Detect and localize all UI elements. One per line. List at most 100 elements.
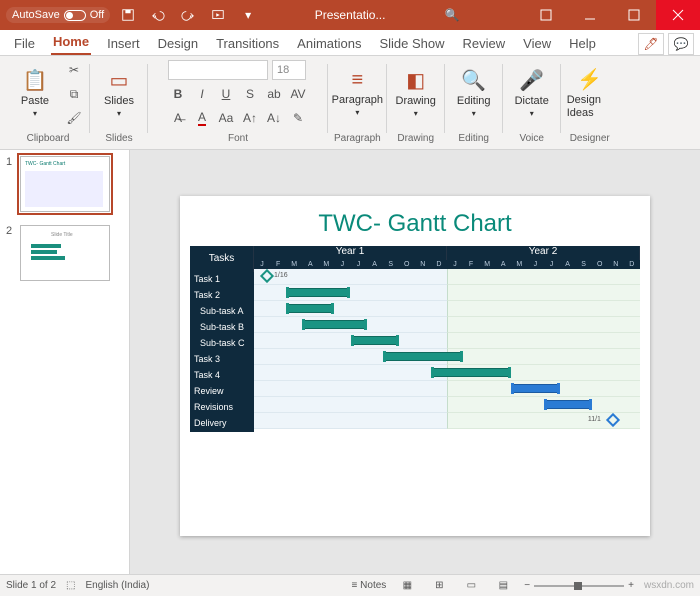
close-button[interactable] [656, 0, 700, 30]
group-label-slides: Slides [105, 130, 132, 146]
drawing-label: Drawing [396, 95, 436, 107]
highlight-button[interactable]: ✎ [288, 108, 308, 128]
tab-insert[interactable]: Insert [105, 32, 142, 55]
gantt-bar[interactable] [286, 288, 350, 297]
autosave-toggle[interactable]: AutoSave Off [6, 7, 110, 23]
notes-button[interactable]: ≡ Notes [352, 580, 387, 591]
tab-transitions[interactable]: Transitions [214, 32, 281, 55]
format-painter-icon[interactable]: 🖌 [64, 108, 84, 128]
cut-icon[interactable]: ✂ [64, 60, 84, 80]
undo-icon[interactable] [146, 0, 170, 30]
gantt-bar[interactable] [286, 304, 334, 313]
year-header: Year 2 [447, 246, 640, 260]
italic-button[interactable]: I [192, 84, 212, 104]
month-header: D [624, 260, 640, 269]
language-status[interactable]: English (India) [86, 580, 150, 591]
shadow-button[interactable]: ab [264, 84, 284, 104]
slide-thumbnail[interactable]: 1TWC- Gantt Chart [6, 156, 116, 215]
zoom-control[interactable]: − + [524, 580, 634, 591]
tab-file[interactable]: File [12, 32, 37, 55]
slides-button[interactable]: ▭ Slides ▾ [96, 60, 142, 126]
month-header: A [367, 260, 383, 269]
tasks-header: Tasks [190, 246, 254, 272]
start-from-beginning-icon[interactable] [206, 0, 230, 30]
paragraph-label: Paragraph [332, 94, 383, 106]
zoom-out-icon[interactable]: − [524, 580, 530, 591]
slide-thumbnail[interactable]: 2Slide Title [6, 225, 116, 284]
strike-button[interactable]: S [240, 84, 260, 104]
font-color-button[interactable]: A [192, 108, 212, 128]
gantt-bar[interactable] [544, 400, 592, 409]
month-header: S [383, 260, 399, 269]
accessibility-icon[interactable]: ⬚ [66, 580, 75, 591]
dictate-button[interactable]: 🎤 Dictate ▾ [509, 60, 555, 126]
design-ideas-button[interactable]: ⚡ Design Ideas [567, 60, 613, 126]
tab-animations[interactable]: Animations [295, 32, 363, 55]
month-header: J [447, 260, 463, 269]
tab-home[interactable]: Home [51, 30, 91, 55]
gantt-row: 11/1 [254, 413, 640, 429]
gantt-bar[interactable] [351, 336, 399, 345]
slides-label: Slides [104, 95, 134, 107]
zoom-slider[interactable] [534, 585, 624, 587]
zoom-in-icon[interactable]: + [628, 580, 634, 591]
slide-canvas[interactable]: TWC- Gantt Chart Tasks Task 1Task 2Sub-t… [130, 150, 700, 582]
ribbon-display-icon[interactable] [524, 0, 568, 30]
editing-button[interactable]: 🔍 Editing ▾ [451, 60, 497, 126]
autosave-switch[interactable] [64, 10, 86, 21]
autosave-state: Off [90, 9, 104, 21]
copy-icon[interactable]: ⧉ [64, 84, 84, 104]
work-area: 1TWC- Gantt Chart 2Slide Title TWC- Gantt… [0, 150, 700, 582]
normal-view-icon[interactable]: ▦ [396, 577, 418, 595]
comments-button[interactable]: 💬 [668, 33, 694, 55]
shrink-font-button[interactable]: A↓ [264, 108, 284, 128]
underline-button[interactable]: U [216, 84, 236, 104]
task-label: Revisions [190, 400, 254, 416]
month-header: N [608, 260, 624, 269]
reading-view-icon[interactable]: ▭ [460, 577, 482, 595]
thumb-number: 2 [6, 225, 20, 237]
tab-view[interactable]: View [521, 32, 553, 55]
search-icon[interactable]: 🔍 [440, 0, 464, 30]
bold-button[interactable]: B [168, 84, 188, 104]
tab-slide-show[interactable]: Slide Show [377, 32, 446, 55]
gantt-bar[interactable] [302, 320, 366, 329]
month-header: A [495, 260, 511, 269]
grow-font-button[interactable]: A↑ [240, 108, 260, 128]
tab-design[interactable]: Design [156, 32, 200, 55]
minimize-button[interactable] [568, 0, 612, 30]
slideshow-view-icon[interactable]: ▤ [492, 577, 514, 595]
group-voice: 🎤 Dictate ▾ Voice [503, 60, 561, 149]
task-label: Review [190, 384, 254, 400]
tab-review[interactable]: Review [461, 32, 508, 55]
sorter-view-icon[interactable]: ⊞ [428, 577, 450, 595]
slide-thumbnail-panel[interactable]: 1TWC- Gantt Chart 2Slide Title [0, 150, 130, 582]
gantt-bar[interactable] [431, 368, 511, 377]
month-header: D [431, 260, 447, 269]
gantt-bar[interactable] [511, 384, 559, 393]
task-label: Task 3 [190, 352, 254, 368]
font-size-input[interactable] [272, 60, 306, 80]
slide-counter[interactable]: Slide 1 of 2 [6, 580, 56, 591]
tab-help[interactable]: Help [567, 32, 598, 55]
maximize-button[interactable] [612, 0, 656, 30]
task-label: Sub-task A [190, 304, 254, 320]
paste-label: Paste [21, 95, 49, 107]
drawing-button[interactable]: ◧ Drawing ▾ [393, 60, 439, 126]
task-label: Delivery [190, 416, 254, 432]
clipboard-icon: 📋 [23, 68, 48, 93]
clear-format-icon[interactable]: A̶ [168, 108, 188, 128]
paragraph-button[interactable]: ≡ Paragraph ▾ [334, 60, 380, 126]
redo-icon[interactable] [176, 0, 200, 30]
current-slide[interactable]: TWC- Gantt Chart Tasks Task 1Task 2Sub-t… [180, 196, 650, 536]
share-button[interactable]: 🖊 [638, 33, 664, 55]
task-label: Task 4 [190, 368, 254, 384]
change-case-button[interactable]: Aa [216, 108, 236, 128]
gantt-bar[interactable] [383, 352, 463, 361]
paragraph-icon: ≡ [352, 69, 364, 92]
paste-button[interactable]: 📋 Paste ▾ [12, 60, 58, 126]
font-name-input[interactable] [168, 60, 268, 80]
save-icon[interactable] [116, 0, 140, 30]
char-spacing-button[interactable]: AV [288, 84, 308, 104]
qat-customize-icon[interactable]: ▾ [236, 0, 260, 30]
